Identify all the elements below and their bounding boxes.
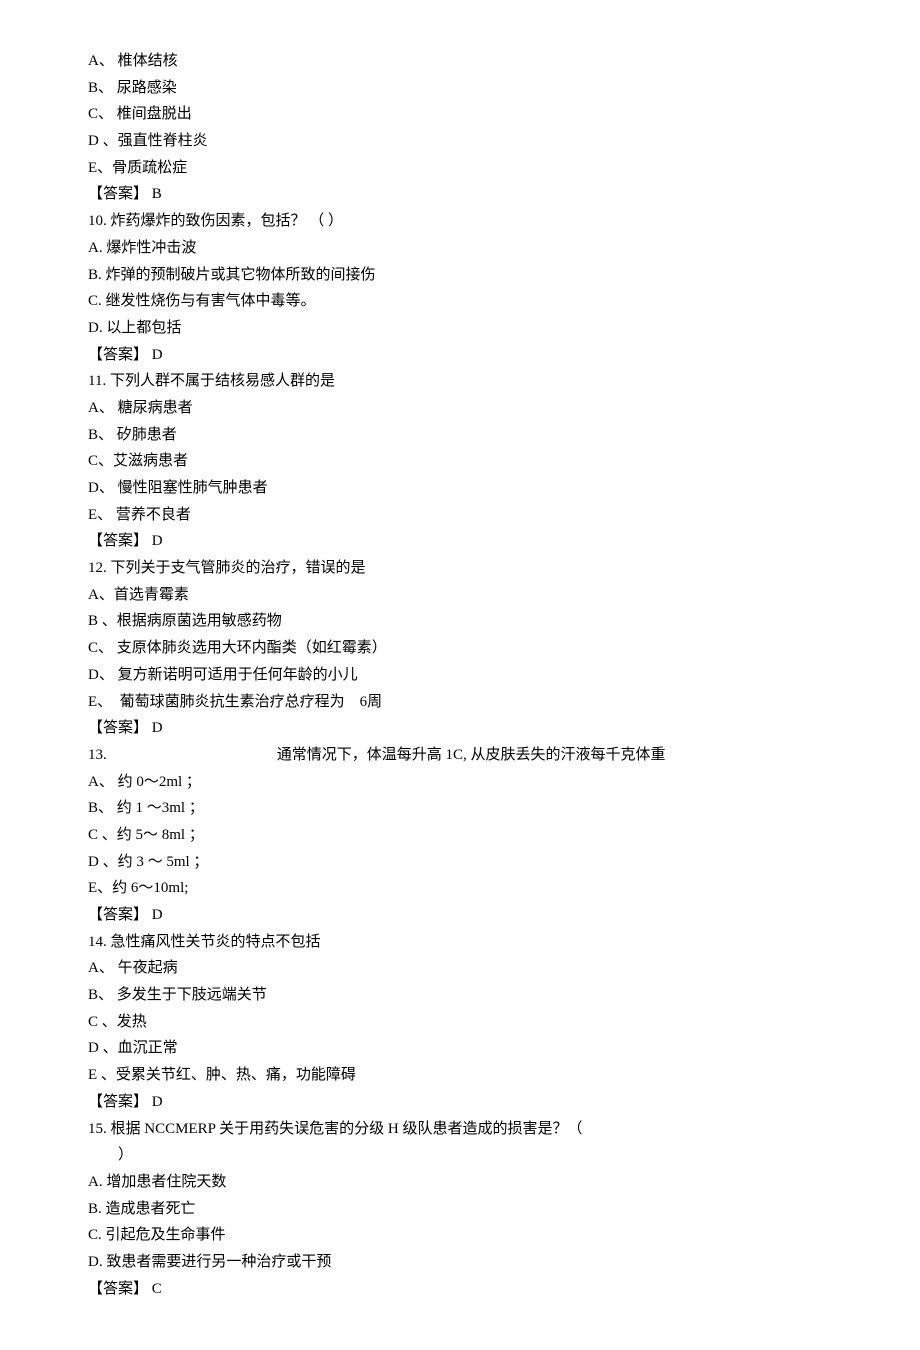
q14-option-b: B、 多发生于下肢远端关节 [88, 982, 832, 1009]
q13-option-e: E、约 6～10ml; [88, 875, 832, 902]
q11-option-c: C、艾滋病患者 [88, 448, 832, 475]
q12-answer: 【答案】 D [88, 715, 832, 742]
q9-option-d: D 、强直性脊柱炎 [88, 128, 832, 155]
q10-option-d: D. 以上都包括 [88, 315, 832, 342]
q15-stem-paren: ） [118, 1147, 133, 1163]
q13-stem: 13. 通常情况下，体温每升高 1C, 从皮肤丢失的汗液每千克体重 [88, 742, 832, 769]
q13-option-d: D 、约 3 ～ 5ml ； [88, 849, 832, 876]
q15-option-a: A. 增加患者住院天数 [88, 1169, 832, 1196]
q9-answer: 【答案】 B [88, 181, 832, 208]
q10-option-c: C. 继发性烧伤与有害气体中毒等。 [88, 288, 832, 315]
q11-option-d: D、 慢性阻塞性肺气肿患者 [88, 475, 832, 502]
q13-num: 13. [88, 747, 107, 763]
q9-option-e: E、骨质疏松症 [88, 155, 832, 182]
q13-stem-text: 通常情况下，体温每升高 1C, 从皮肤丢失的汗液每千克体重 [277, 747, 666, 763]
q13-option-a: A、 约 0～2ml ； [88, 769, 832, 796]
q15-option-d: D. 致患者需要进行另一种治疗或干预 [88, 1249, 832, 1276]
q12-option-e: E、 葡萄球菌肺炎抗生素治疗总疗程为 6周 [88, 689, 832, 716]
q15-stem: 15. 根据 NCCMERP 关于用药失误危害的分级 H 级队患者造成的损害是？… [88, 1116, 832, 1143]
q11-option-e: E、 营养不良者 [88, 502, 832, 529]
q11-answer: 【答案】 D [88, 528, 832, 555]
q10-answer: 【答案】 D [88, 342, 832, 369]
q12-stem: 12. 下列关于支气管肺炎的治疗，错误的是 [88, 555, 832, 582]
q12-option-a: A、首选青霉素 [88, 582, 832, 609]
q11-option-a: A、 糖尿病患者 [88, 395, 832, 422]
q14-answer: 【答案】 D [88, 1089, 832, 1116]
q10-option-a: A. 爆炸性冲击波 [88, 235, 832, 262]
q13-option-b: B、 约 1 ～3ml ； [88, 795, 832, 822]
q11-stem: 11. 下列人群不属于结核易感人群的是 [88, 368, 832, 395]
q12-option-b: B 、根据病原菌选用敏感药物 [88, 608, 832, 635]
q14-option-e: E 、受累关节红、肿、热、痛，功能障碍 [88, 1062, 832, 1089]
q13-answer: 【答案】 D [88, 902, 832, 929]
q14-stem: 14. 急性痛风性关节炎的特点不包括 [88, 929, 832, 956]
q14-option-a: A、 午夜起病 [88, 955, 832, 982]
q14-option-c: C 、发热 [88, 1009, 832, 1036]
q11-option-b: B、 矽肺患者 [88, 422, 832, 449]
q15-stem-cont: ） [88, 1142, 832, 1169]
q13-option-c: C 、约 5～ 8ml ； [88, 822, 832, 849]
q15-answer: 【答案】 C [88, 1276, 832, 1303]
q10-option-b: B. 炸弹的预制破片或其它物体所致的间接伤 [88, 262, 832, 289]
q9-option-c: C、 椎间盘脱出 [88, 101, 832, 128]
q14-option-d: D 、血沉正常 [88, 1035, 832, 1062]
q12-option-d: D、 复方新诺明可适用于任何年龄的小儿 [88, 662, 832, 689]
q9-option-b: B、 尿路感染 [88, 75, 832, 102]
q15-option-b: B. 造成患者死亡 [88, 1196, 832, 1223]
q15-option-c: C. 引起危及生命事件 [88, 1222, 832, 1249]
q9-option-a: A、 椎体结核 [88, 48, 832, 75]
q12-option-c: C、 支原体肺炎选用大环内酯类（如红霉素） [88, 635, 832, 662]
q10-stem: 10. 炸药爆炸的致伤因素，包括？ （ ） [88, 208, 832, 235]
